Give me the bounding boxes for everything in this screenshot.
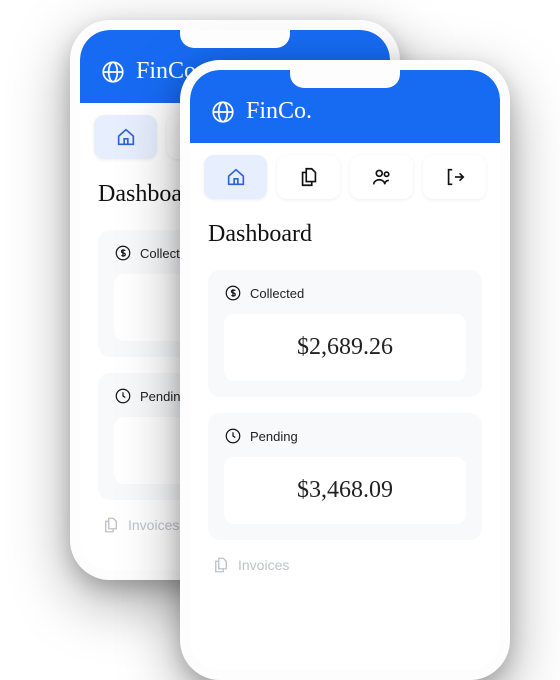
phone-notch: [180, 30, 290, 48]
nav-home[interactable]: [94, 115, 157, 159]
collected-value: $2,689.26: [224, 314, 466, 381]
invoices-label: Invoices: [128, 517, 179, 533]
clock-icon: [114, 387, 132, 405]
brand-name: FinCo.: [246, 98, 312, 125]
pending-card: Pending $3,468.09: [208, 413, 482, 540]
documents-icon: [298, 166, 320, 188]
collected-label: Collected: [250, 286, 304, 301]
content: Dashboard Collected $2,689.26: [190, 211, 500, 592]
nav-home[interactable]: [204, 155, 267, 199]
globe-icon: [100, 59, 126, 85]
invoices-section-head: Invoices: [208, 556, 482, 574]
home-icon: [115, 126, 137, 148]
nav-documents[interactable]: [277, 155, 340, 199]
dollar-circle-icon: [224, 284, 242, 302]
nav-bar: [190, 143, 500, 211]
invoices-label: Invoices: [238, 557, 289, 573]
phone-notch: [290, 70, 400, 88]
dollar-circle-icon: [114, 244, 132, 262]
customers-icon: [371, 166, 393, 188]
pending-card-head: Pending: [224, 427, 466, 445]
pending-value: $3,468.09: [224, 457, 466, 524]
nav-logout[interactable]: [423, 155, 486, 199]
collected-card-head: Collected: [224, 284, 466, 302]
home-icon: [225, 166, 247, 188]
invoices-icon: [212, 556, 230, 574]
logout-icon: [444, 166, 466, 188]
invoices-icon: [102, 516, 120, 534]
globe-icon: [210, 99, 236, 125]
screen: FinCo.: [190, 70, 500, 670]
phone-mockup-front: FinCo.: [180, 60, 510, 680]
nav-customers[interactable]: [350, 155, 413, 199]
collected-card: Collected $2,689.26: [208, 270, 482, 397]
page-title: Dashboard: [208, 221, 482, 248]
pending-label: Pending: [250, 429, 298, 444]
clock-icon: [224, 427, 242, 445]
